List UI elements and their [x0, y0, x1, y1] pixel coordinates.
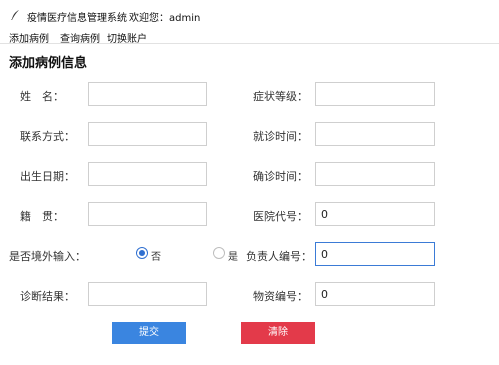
visit-time-label: 就诊时间：	[253, 130, 308, 143]
name-field[interactable]	[88, 82, 207, 106]
birth-date-label: 出生日期：	[20, 170, 75, 183]
menu-item-switch-account[interactable]: 切换账户	[107, 30, 147, 45]
welcome-text: 欢迎您：admin	[129, 13, 201, 24]
app-title: 疫情医疗信息管理系统	[27, 13, 127, 24]
hospital-code-field[interactable]	[315, 202, 435, 226]
supplies-id-field[interactable]	[315, 282, 435, 306]
symptom-level-field[interactable]	[315, 82, 435, 106]
submit-button[interactable]: 提交	[112, 322, 186, 344]
confirm-time-field[interactable]	[315, 162, 435, 186]
visit-time-field[interactable]	[315, 122, 435, 146]
origin-label: 籍 贯：	[20, 210, 64, 223]
confirm-time-label: 确诊时间：	[253, 170, 308, 183]
diagnosis-field[interactable]	[88, 282, 207, 306]
overseas-yes-label: 是	[228, 252, 238, 263]
overseas-no-label: 否	[151, 252, 161, 263]
feather-pen-icon	[11, 10, 19, 20]
contact-label: 联系方式：	[20, 130, 75, 143]
diagnosis-label: 诊断结果：	[20, 290, 75, 303]
responsible-id-field[interactable]	[315, 242, 435, 266]
menu-bar: 添加病例 查询病例 切换账户	[0, 28, 499, 45]
title-bar: 疫情医疗信息管理系统 欢迎您：admin	[0, 0, 499, 28]
symptom-level-label: 症状等级：	[253, 90, 308, 103]
responsible-id-label: 负责人编号：	[246, 250, 312, 263]
birth-date-field[interactable]	[88, 162, 207, 186]
overseas-yes-radio[interactable]	[213, 247, 225, 259]
form-title: 添加病例信息	[9, 56, 88, 71]
overseas-input-label: 是否境外输入：	[9, 250, 86, 263]
supplies-id-label: 物资编号：	[253, 290, 308, 303]
overseas-no-radio[interactable]	[136, 247, 148, 259]
menu-item-query-case[interactable]: 查询病例	[60, 30, 100, 45]
origin-field[interactable]	[88, 202, 207, 226]
hospital-code-label: 医院代号：	[253, 210, 308, 223]
name-label: 姓 名：	[20, 90, 64, 103]
clear-button[interactable]: 清除	[241, 322, 315, 344]
contact-field[interactable]	[88, 122, 207, 146]
menu-item-add-case[interactable]: 添加病例	[9, 30, 49, 45]
